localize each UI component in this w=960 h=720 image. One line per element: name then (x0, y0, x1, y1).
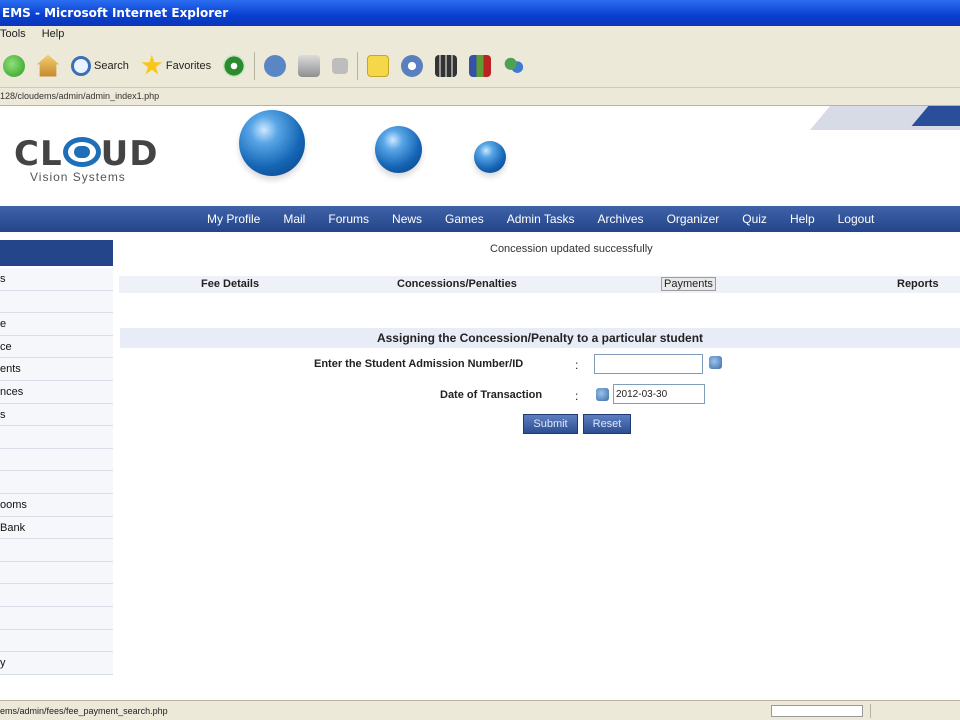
fee-tabs: Fee Details Concessions/Penalties Paymen… (119, 276, 960, 293)
date-colon: : (575, 389, 579, 403)
sidebar-header (0, 240, 113, 266)
print-button[interactable] (295, 51, 323, 81)
sidebar-item[interactable] (0, 561, 113, 585)
status-text: ems/admin/fees/fee_payment_search.php (0, 706, 168, 716)
edit-button[interactable] (329, 51, 351, 81)
status-zone (870, 704, 960, 718)
admission-number-input[interactable] (594, 354, 703, 374)
home-button[interactable] (34, 51, 62, 81)
sidebar-item[interactable]: ce (0, 335, 113, 359)
student-search-icon[interactable] (709, 356, 722, 369)
sidebar-item[interactable]: ooms (0, 493, 113, 517)
edit-icon (332, 57, 349, 74)
research-button[interactable] (466, 51, 494, 81)
brand-name-suffix: UD (100, 134, 159, 174)
nav-organizer[interactable]: Organizer (667, 212, 720, 226)
search-icon (71, 55, 91, 76)
nav-logout[interactable]: Logout (838, 212, 875, 226)
tab-fee-details[interactable]: Fee Details (201, 278, 259, 290)
star-icon (141, 54, 163, 75)
messenger-icon (401, 54, 424, 77)
search-button[interactable]: Search (68, 51, 132, 81)
tab-payments[interactable]: Payments (661, 277, 716, 291)
nav-news[interactable]: News (392, 212, 422, 226)
film-icon (435, 54, 458, 77)
brand-tagline: Vision Systems (30, 170, 126, 184)
media-button[interactable] (220, 51, 248, 81)
section-title: Assigning the Concession/Penalty to a pa… (120, 328, 960, 348)
favorites-button[interactable]: Favorites (138, 51, 214, 81)
brand-name-prefix: CL (14, 134, 63, 174)
brand-logo: CL UD (14, 134, 158, 174)
menu-help[interactable]: Help (42, 28, 65, 44)
status-progress (771, 705, 863, 717)
print-icon (298, 54, 321, 77)
toolbar-separator (254, 51, 256, 80)
admission-label: Enter the Student Admission Number/ID (314, 358, 524, 370)
toolbar-separator (357, 51, 359, 80)
left-sidebar: s e ce ents nces s ooms Bank y (0, 240, 113, 700)
orb-decoration (474, 141, 506, 173)
date-label: Date of Transaction (440, 389, 543, 401)
people-icon (503, 54, 526, 77)
nav-mail[interactable]: Mail (283, 212, 305, 226)
sidebar-item[interactable]: e (0, 313, 113, 336)
sidebar-item[interactable]: s (0, 403, 113, 427)
nav-games[interactable]: Games (445, 212, 484, 226)
calendar-icon[interactable] (596, 388, 609, 401)
sidebar-item[interactable] (0, 471, 113, 494)
browser-toolbar: Search Favorites (0, 44, 960, 88)
sidebar-item[interactable] (0, 448, 113, 472)
people-button[interactable] (500, 51, 528, 81)
admission-colon: : (575, 358, 579, 372)
window-title: EMS - Microsoft Internet Explorer (0, 0, 960, 26)
success-message: Concession updated successfully (490, 243, 653, 255)
tab-reports[interactable]: Reports (897, 278, 939, 290)
sidebar-item[interactable] (0, 584, 113, 607)
nav-archives[interactable]: Archives (598, 212, 644, 226)
browser-window: EMS - Microsoft Internet Explorer Tools … (0, 0, 960, 720)
sidebar-item[interactable] (0, 606, 113, 630)
cloud-o-icon (62, 137, 101, 167)
search-label: Search (94, 59, 129, 72)
orb-decoration (375, 126, 422, 173)
nav-admin-tasks[interactable]: Admin Tasks (507, 212, 575, 226)
sidebar-item[interactable]: Bank (0, 516, 113, 540)
menu-bar: Tools Help (0, 26, 960, 44)
tab-concessions[interactable]: Concessions/Penalties (397, 278, 517, 290)
sidebar-item[interactable] (0, 290, 113, 314)
sidebar-item[interactable]: ents (0, 358, 113, 381)
orb-decoration (239, 110, 305, 176)
submit-button[interactable]: Submit (523, 414, 578, 434)
film-button[interactable] (432, 51, 460, 81)
reset-button[interactable]: Reset (583, 414, 631, 434)
sidebar-item[interactable]: y (0, 652, 113, 675)
favorites-label: Favorites (165, 59, 212, 72)
sidebar-item[interactable] (0, 539, 113, 562)
messenger-button[interactable] (398, 51, 426, 81)
note-icon (367, 54, 390, 77)
home-icon (37, 54, 59, 77)
media-icon (223, 54, 246, 77)
transaction-date-input[interactable] (613, 384, 705, 404)
refresh-button[interactable] (0, 51, 28, 81)
site-banner: CL UD Vision Systems (0, 106, 960, 202)
address-bar[interactable]: 128/cloudems/admin/admin_index1.php (0, 88, 960, 106)
sidebar-item[interactable]: nces (0, 380, 113, 404)
status-bar: ems/admin/fees/fee_payment_search.php (0, 700, 960, 720)
mail-button[interactable] (261, 51, 289, 81)
sidebar-item[interactable] (0, 426, 113, 449)
nav-quiz[interactable]: Quiz (742, 212, 767, 226)
main-nav: My Profile Mail Forums News Games Admin … (0, 206, 960, 232)
menu-tools[interactable]: Tools (0, 28, 26, 44)
nav-my-profile[interactable]: My Profile (207, 212, 260, 226)
sidebar-item[interactable]: s (0, 268, 113, 291)
refresh-icon (3, 54, 25, 77)
notes-button[interactable] (364, 51, 392, 81)
nav-forums[interactable]: Forums (328, 212, 369, 226)
mail-icon (264, 54, 287, 77)
nav-help[interactable]: Help (790, 212, 815, 226)
books-icon (469, 54, 492, 77)
sidebar-item[interactable] (0, 629, 113, 653)
